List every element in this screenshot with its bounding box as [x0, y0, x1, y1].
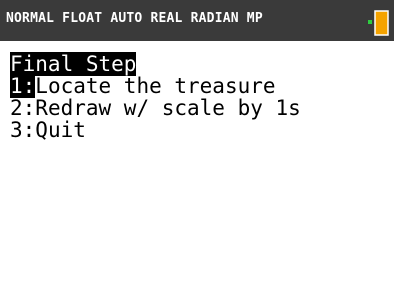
menu-item-locate-treasure[interactable]: 1:Locate the treasure — [10, 74, 276, 98]
menu-item-label: Quit — [35, 118, 86, 142]
calculator-screen: Final Step 1:Locate the treasure 2:Redra… — [0, 41, 394, 292]
menu-item-quit[interactable]: 3:Quit — [10, 119, 86, 141]
mode-status-text: NORMAL FLOAT AUTO REAL RADIAN MP — [6, 11, 263, 26]
battery-icon — [368, 7, 390, 37]
menu-title: Final Step — [10, 52, 137, 76]
menu-item-number: 1: — [10, 74, 36, 98]
menu-item-label: Redraw w/ scale by 1s — [35, 96, 301, 120]
menu-item-number: 3: — [10, 118, 36, 142]
menu-item-number: 2: — [10, 96, 36, 120]
menu-title-text: Final Step — [10, 52, 137, 76]
menu-item-label: Locate the treasure — [35, 74, 276, 98]
menu-item-redraw-scale[interactable]: 2:Redraw w/ scale by 1s — [10, 97, 301, 119]
status-bar: NORMAL FLOAT AUTO REAL RADIAN MP — [0, 0, 394, 41]
